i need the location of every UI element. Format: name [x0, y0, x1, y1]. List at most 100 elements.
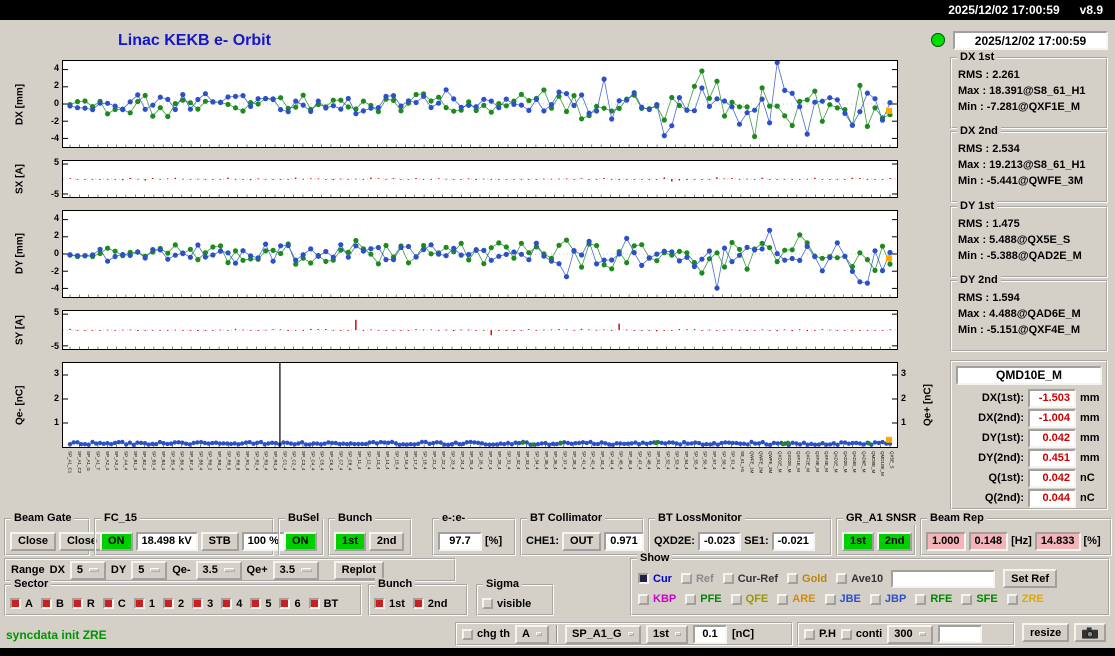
x-axis-label: QXF2E_M [805, 451, 811, 473]
show-checkbox-pfe[interactable]: PFE [685, 593, 722, 605]
busel-on-button[interactable]: ON [284, 531, 317, 551]
range-dx-select[interactable]: 5 [69, 560, 106, 580]
checkbox-label: 1st [389, 597, 405, 610]
gr-a1-2nd-button[interactable]: 2nd [876, 531, 913, 551]
monitor-group-select[interactable]: A [515, 624, 549, 644]
stats-dy-2nd: DY 2nd RMS : 1.594 Max : 4.488@QAD6E_M M… [950, 274, 1108, 352]
gr-a1-1st-button[interactable]: 1st [842, 531, 874, 551]
sector-checkbox-5[interactable]: 5 [250, 598, 271, 610]
show-checkbox-ave10[interactable]: Ave10 [836, 573, 883, 585]
x-axis-label: SP_A3_4 [114, 451, 120, 471]
qmd-row: DY(2nd): 0.451 mm [956, 448, 1102, 468]
y-tick-label: 1 [53, 417, 59, 428]
chg-th-checkbox[interactable]: chg th [462, 628, 510, 640]
sector-checkbox-2[interactable]: 2 [162, 598, 184, 610]
ph-checkbox[interactable]: P.H [804, 628, 836, 640]
x-axis-label: SP_11_4 [357, 451, 363, 470]
sector-checkbox-3[interactable]: 3 [192, 598, 213, 610]
bt-lossmonitor-group: BT LossMonitor QXD2E: -0.023 SE1: -0.021 [648, 512, 832, 556]
sector-checkbox-6[interactable]: 6 [279, 598, 301, 610]
x-axis-label: SP_C5_4 [319, 451, 325, 471]
checkbox-indicator [836, 573, 848, 584]
sigma-visible-checkbox[interactable]: visible [482, 598, 531, 610]
bunch-number-select[interactable]: 1st [646, 624, 688, 644]
charge-ytick-gutter: 1 2 3 [32, 362, 62, 448]
range-dx-value: 5 [76, 564, 84, 576]
range-qe-minus-select[interactable]: 3.5 [195, 560, 242, 580]
charge-plot-row: Qe- [nC] 1 2 3 1 2 3 Qe+ [nC] [8, 362, 948, 448]
x-axis-label: SP_54_4 [684, 451, 689, 470]
x-axis-label: SP_B7_4 [188, 451, 194, 471]
bunch-checkbox-2nd[interactable]: 2nd [412, 598, 447, 610]
sector-checkbox-c[interactable]: C [102, 598, 126, 610]
bunch-1st-button[interactable]: 1st [334, 531, 366, 551]
x-axis-label: SP_12_4 [366, 451, 372, 470]
replot-button[interactable]: Replot [333, 560, 384, 580]
acquisition-bar: P.H conti 300 [797, 622, 1015, 646]
y-tick-label: 2 [53, 230, 59, 241]
show-checkbox-ref[interactable]: Ref [680, 573, 714, 585]
option-menu-indicator [918, 632, 927, 636]
beam-rep-value-1: 1.000 [926, 531, 966, 551]
bunch-2nd-button[interactable]: 2nd [368, 531, 405, 551]
group-title: Sigma [483, 578, 523, 591]
show-checkbox-zre[interactable]: ZRE [1006, 593, 1044, 605]
sector-checkbox-r[interactable]: R [71, 598, 95, 610]
checkbox-label: JBE [839, 593, 861, 605]
show-checkbox-rfe[interactable]: RFE [915, 593, 952, 605]
y-tick-label: 1 [901, 417, 907, 428]
checkbox-indicator [915, 593, 927, 605]
show-group: Show Cur Ref Cur-Ref Gold Ave10 Set Ref KBP P… [630, 552, 1110, 616]
show-checkbox-cur[interactable]: Cur [638, 573, 672, 585]
show-checkbox-sfe[interactable]: SFE [961, 593, 998, 605]
show-checkbox-gold[interactable]: Gold [787, 573, 827, 585]
sector-checkbox-bt[interactable]: BT [308, 598, 338, 610]
sector-checkbox-4[interactable]: 4 [221, 598, 242, 610]
option-menu-indicator [223, 568, 235, 572]
range-dy-select[interactable]: 5 [131, 560, 168, 580]
count-input[interactable] [938, 625, 983, 643]
show-checkbox-cur-ref[interactable]: Cur-Ref [722, 573, 778, 585]
x-axis-label: QWFE_2M [758, 451, 764, 474]
conti-checkbox[interactable]: conti [840, 628, 882, 640]
x-axis-label: SP_36_4 [553, 451, 559, 470]
checkbox-indicator [250, 598, 262, 609]
beam-gate-close-button-1[interactable]: Close [10, 531, 56, 551]
sector-checkbox-a[interactable]: A [10, 598, 33, 610]
sector-checkbox-1[interactable]: 1 [133, 598, 155, 610]
interval-select[interactable]: 300 [887, 624, 934, 644]
ee-ratio-group: e-:e- 97.7 [%] [432, 512, 516, 556]
sp-monitor-select[interactable]: SP_A1_G [565, 624, 641, 644]
x-axis-label: QX5E_S [889, 451, 895, 469]
show-checkbox-jbe[interactable]: JBE [824, 593, 861, 605]
screenshot-button[interactable] [1074, 623, 1106, 642]
checkbox-indicator [787, 573, 799, 584]
fc15-stb-button[interactable]: STB [200, 531, 239, 551]
set-ref-button[interactable]: Set Ref [1003, 569, 1058, 588]
range-dy-value: 5 [138, 564, 145, 576]
qxd2e-label: QXD2E: [654, 535, 695, 547]
qmd-row-unit: mm [1080, 412, 1100, 424]
range-qe-plus-select[interactable]: 3.5 [272, 560, 319, 580]
ee-ratio-value: 97.7 [438, 531, 482, 551]
qmd-row-label: DY(2nd): [978, 452, 1024, 464]
show-checkbox-jbp[interactable]: JBP [869, 593, 906, 605]
show-checkbox-are[interactable]: ARE [777, 593, 816, 605]
x-axis-label: QWFE_3M [768, 451, 774, 474]
show-row1: Cur Ref Cur-Ref Gold Ave10 [638, 573, 883, 585]
set-ref-input[interactable] [891, 569, 996, 588]
x-axis-label: SP_B5_4 [170, 451, 176, 471]
fc15-on-button[interactable]: ON [100, 531, 133, 551]
sector-checkbox-b[interactable]: B [40, 598, 64, 610]
x-axis-label: SP_53_4 [674, 451, 680, 470]
range-qe-plus-value: 3.5 [279, 564, 295, 576]
show-checkbox-kbp[interactable]: KBP [638, 593, 676, 605]
che1-out-button[interactable]: OUT [562, 531, 602, 551]
x-axis-label: SP_C2_4 [291, 451, 297, 471]
bunch-checkbox-1st[interactable]: 1st [374, 598, 405, 610]
y-tick-label: -5 [50, 188, 59, 199]
group-title: GR_A1 SNSR [843, 512, 920, 525]
resize-button[interactable]: resize [1022, 623, 1070, 642]
chart-svg-DY [63, 219, 897, 297]
show-checkbox-qfe[interactable]: QFE [730, 593, 768, 605]
